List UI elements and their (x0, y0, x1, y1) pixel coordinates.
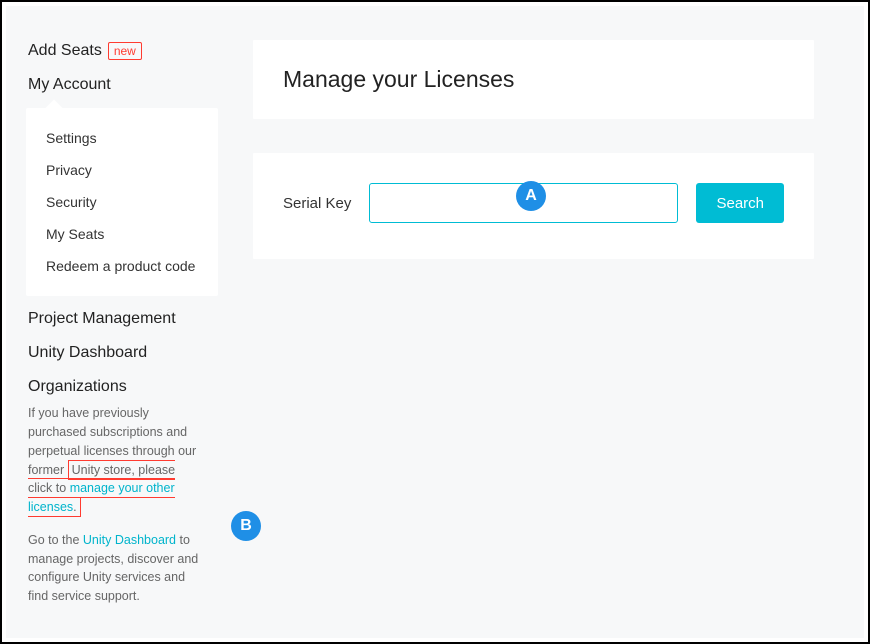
title-card: Manage your Licenses (253, 40, 814, 119)
nav-unity-dashboard[interactable]: Unity Dashboard (28, 336, 221, 370)
callout-b: B (231, 511, 261, 541)
subnav-privacy[interactable]: Privacy (46, 154, 218, 186)
nav-my-account[interactable]: My Account (28, 68, 221, 102)
link-unity-dashboard[interactable]: Unity Dashboard (83, 533, 176, 547)
subnav-settings[interactable]: Settings (46, 122, 218, 154)
nav-project-management[interactable]: Project Management (28, 302, 221, 336)
helper-text: If you have previously purchased subscri… (28, 404, 221, 642)
main-content: Manage your Licenses Serial Key Search (221, 6, 864, 638)
helper-p2-pre: Go to the (28, 533, 83, 547)
subnav-my-seats[interactable]: My Seats (46, 218, 218, 250)
subnav-redeem-code[interactable]: Redeem a product code (46, 250, 218, 282)
callout-a: A (516, 181, 546, 211)
new-badge: new (108, 42, 142, 60)
subnav-security[interactable]: Security (46, 186, 218, 218)
search-button[interactable]: Search (696, 183, 784, 223)
nav-add-seats-label: Add Seats (28, 42, 102, 60)
my-account-submenu: Settings Privacy Security My Seats Redee… (26, 108, 218, 296)
serial-key-label: Serial Key (283, 195, 351, 212)
nav-add-seats[interactable]: Add Seats new (28, 34, 221, 68)
helper-p1-post: . (73, 500, 76, 514)
nav-organizations[interactable]: Organizations (28, 370, 221, 404)
page-title: Manage your Licenses (283, 66, 784, 93)
sidebar: Add Seats new My Account Settings Privac… (6, 6, 221, 638)
